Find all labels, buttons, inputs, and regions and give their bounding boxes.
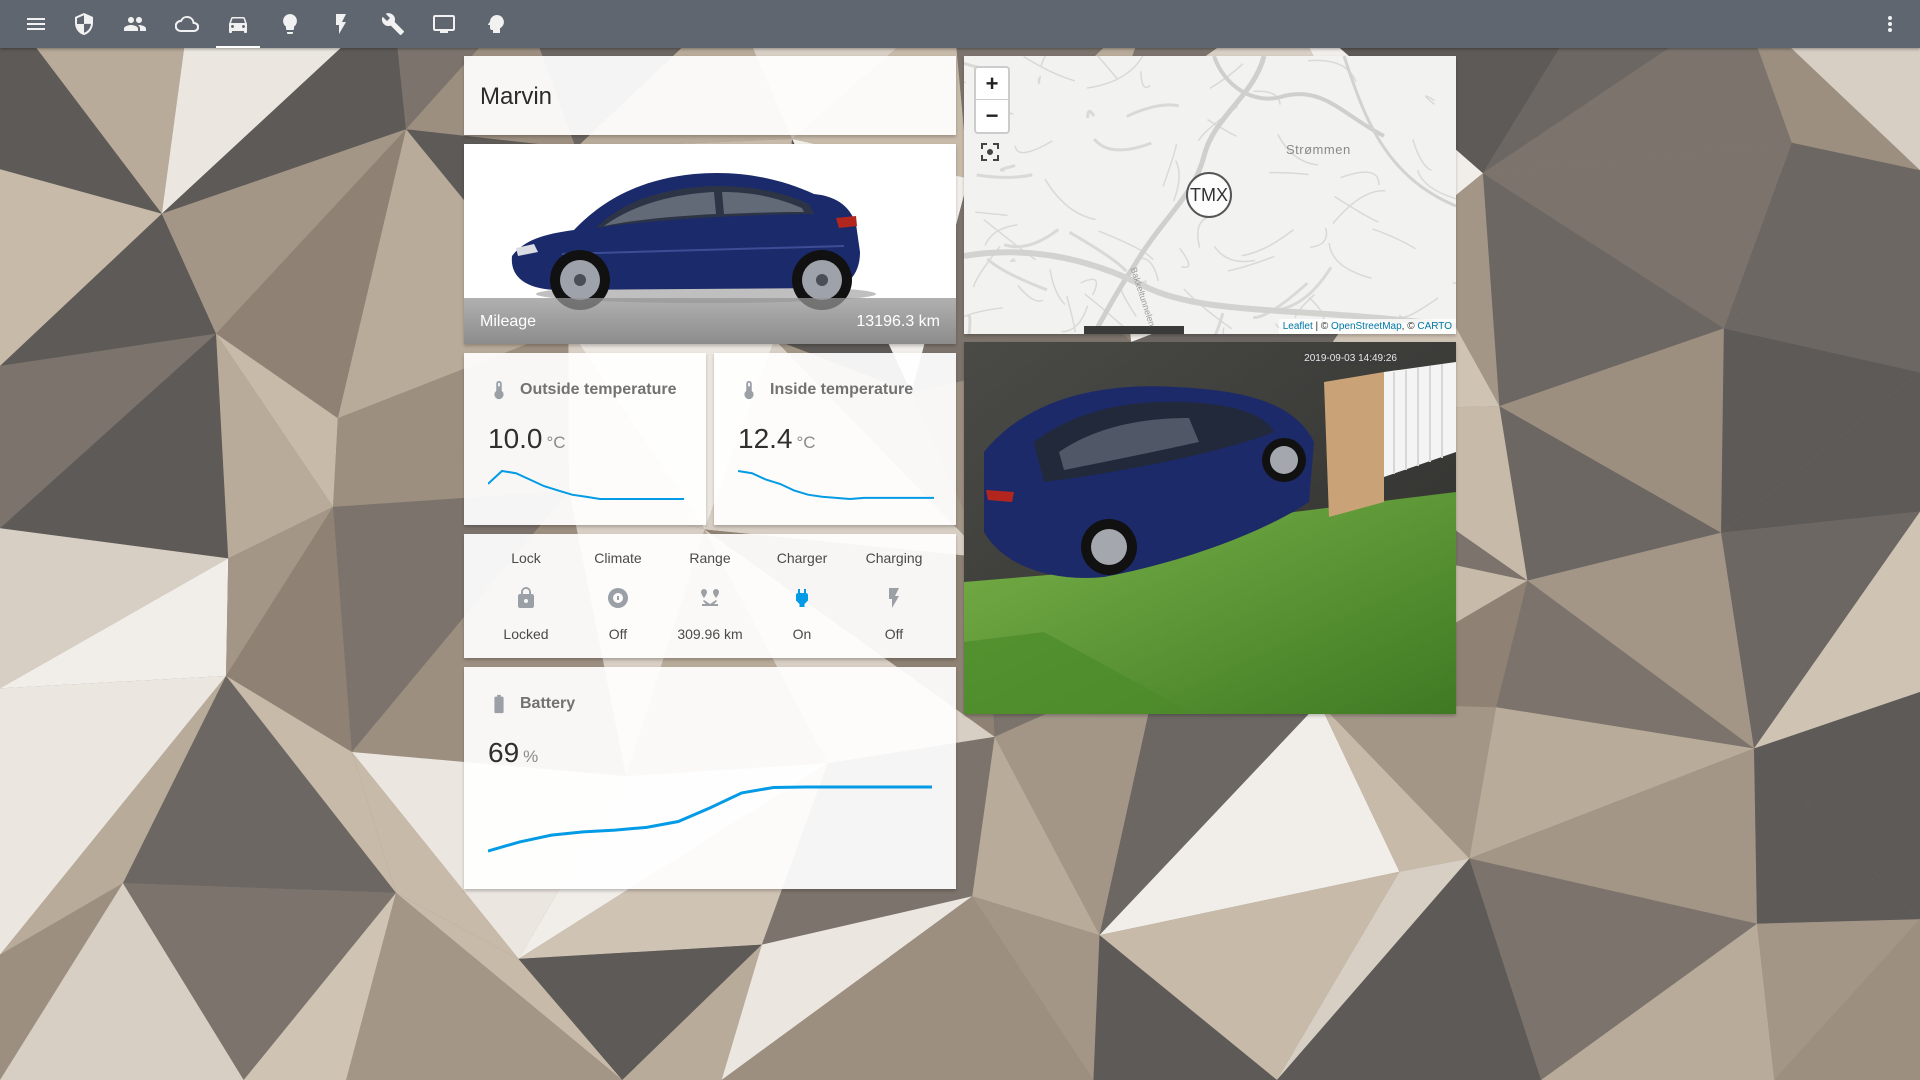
- glance-charging[interactable]: Charging Off: [848, 534, 940, 658]
- battery-card[interactable]: Battery 69%: [464, 667, 956, 889]
- page-title: Marvin: [480, 83, 553, 110]
- cloud-icon[interactable]: [163, 0, 211, 48]
- glance-climate[interactable]: Climate Off: [572, 534, 664, 658]
- inside-temperature-number: 12.4: [738, 423, 793, 454]
- glance-climate-state: Off: [608, 626, 628, 642]
- glance-charging-state: Off: [884, 626, 904, 642]
- outside-temperature-value: 10.0 °C: [488, 423, 566, 455]
- climate-icon: [606, 586, 630, 610]
- glance-range-state: 309.96 km: [677, 626, 743, 642]
- map-marker-tmx[interactable]: TMX: [1186, 172, 1232, 218]
- glance-charger-name: Charger: [776, 550, 828, 566]
- leaflet-link[interactable]: Leaflet: [1283, 321, 1313, 332]
- plug-icon: [790, 586, 814, 610]
- map-card[interactable]: + − TMX Strømmen Bakkeltunnelen Leaflet …: [964, 56, 1456, 334]
- mileage-footer: Mileage 13196.3 km: [464, 298, 956, 344]
- inside-temperature-label: Inside temperature: [770, 381, 914, 398]
- car-icon[interactable]: [214, 0, 262, 48]
- inside-temperature-unit: °C: [796, 433, 816, 452]
- battery-number: 69: [488, 737, 520, 768]
- inside-temperature-sparkline: [738, 470, 934, 501]
- menu-icon[interactable]: [12, 0, 60, 48]
- outside-temperature-label: Outside temperature: [520, 381, 677, 398]
- thermometer-icon: [744, 380, 754, 400]
- inside-temperature-header: Inside temperature: [738, 379, 913, 401]
- glance-charging-name: Charging: [865, 550, 923, 566]
- title-card: Marvin: [464, 56, 956, 135]
- status-glance-card: Lock Locked Climate Off Range 309.96 km …: [464, 534, 956, 658]
- attrib-separator-1: | ©: [1312, 321, 1332, 332]
- glance-lock[interactable]: Lock Locked: [480, 534, 572, 658]
- outside-temperature-header: Outside temperature: [488, 379, 676, 401]
- map-attribution: Leaflet | © OpenStreetMap, © CARTO: [1278, 319, 1456, 334]
- openstreetmap-link[interactable]: OpenStreetMap: [1331, 321, 1402, 332]
- battery-value: 69%: [488, 737, 538, 769]
- fit-bounds-icon[interactable]: [978, 140, 1002, 164]
- outside-temperature-sparkline: [488, 469, 684, 500]
- lock-icon: [514, 586, 538, 610]
- thermometer-icon: [494, 380, 504, 400]
- battery-header: Battery: [488, 693, 575, 715]
- people-icon[interactable]: [111, 0, 159, 48]
- glance-lock-name: Lock: [511, 550, 541, 566]
- flash-icon: [882, 586, 906, 610]
- map-place-label: Strømmen: [1286, 142, 1351, 157]
- camera-card[interactable]: 2019-09-03 14:49:26: [964, 342, 1456, 714]
- zoom-control: + −: [974, 66, 1010, 134]
- battery-label: Battery: [520, 695, 576, 712]
- inside-temperature-card[interactable]: Inside temperature 12.4 °C: [714, 353, 956, 525]
- glance-charger-state: On: [792, 626, 812, 642]
- camera-timestamp: 2019-09-03 14:49:26: [1301, 352, 1400, 365]
- carto-link[interactable]: CARTO: [1417, 321, 1452, 332]
- more-vertical-icon[interactable]: [1866, 0, 1914, 48]
- glance-charger[interactable]: Charger On: [756, 534, 848, 658]
- outside-temperature-number: 10.0: [488, 423, 543, 454]
- monitor-icon[interactable]: [420, 0, 468, 48]
- zoom-in-button[interactable]: +: [976, 68, 1008, 100]
- shield-icon[interactable]: [60, 0, 108, 48]
- top-toolbar: [0, 0, 1920, 48]
- zoom-out-button[interactable]: −: [976, 100, 1008, 131]
- inside-temperature-value: 12.4 °C: [738, 423, 816, 455]
- bulb-icon[interactable]: [266, 0, 314, 48]
- mileage-value: 13196.3 km: [856, 313, 940, 330]
- range-icon: [698, 586, 722, 610]
- glance-range-name: Range: [689, 550, 731, 566]
- car-picture-card[interactable]: Mileage 13196.3 km: [464, 144, 956, 344]
- glance-climate-name: Climate: [594, 550, 642, 566]
- brain-icon[interactable]: [472, 0, 520, 48]
- glance-lock-state: Locked: [503, 626, 549, 642]
- wrench-icon[interactable]: [369, 0, 417, 48]
- battery-icon: [494, 694, 504, 714]
- battery-unit: %: [523, 747, 539, 766]
- outside-temperature-unit: °C: [546, 433, 566, 452]
- mileage-label: Mileage: [480, 313, 537, 330]
- outside-temperature-card[interactable]: Outside temperature 10.0 °C: [464, 353, 706, 525]
- camera-image: [964, 342, 1456, 714]
- attrib-separator-2: , ©: [1401, 321, 1418, 332]
- flash-icon[interactable]: [317, 0, 365, 48]
- background-wallpaper: [0, 0, 1920, 1080]
- glance-range[interactable]: Range 309.96 km: [664, 534, 756, 658]
- battery-sparkline: [488, 785, 932, 853]
